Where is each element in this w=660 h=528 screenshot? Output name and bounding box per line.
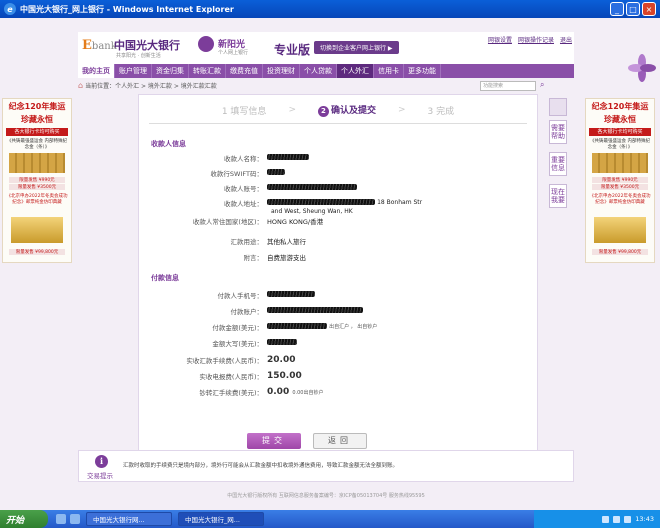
nav-home[interactable]: 我的主页 (78, 64, 115, 78)
nav-transfer[interactable]: 转账汇款 (189, 64, 226, 78)
transaction-tips: i 交易提示 汇款时收取的手续费只是境内部分，境外行可能会从汇款金额中扣收境外通… (78, 450, 574, 482)
redacted-value (267, 154, 309, 160)
taskbar-window-1[interactable]: 中国光大银行网... (86, 512, 172, 526)
nav-investment[interactable]: 投资理财 (263, 64, 300, 78)
bank-name: 中国光大银行 (114, 39, 180, 52)
nav-forex[interactable]: 个人外汇 (337, 64, 374, 78)
postscript-row: 附言： 自费旅游支出 (243, 254, 307, 262)
step-complete: 3 完成 (427, 106, 455, 117)
need-help-tab[interactable]: 需要帮助 (549, 120, 567, 144)
payee-account-row: 收款人账号： (139, 183, 537, 193)
logout-link[interactable]: 退出 (560, 35, 572, 44)
confirm-panel: 1 填写信息 > 2 确认及提交 > 3 完成 收款人信息 收款人名称： 收款行S… (138, 94, 538, 462)
info-icon: i (95, 455, 108, 468)
back-button[interactable]: 返回 (313, 433, 367, 449)
redacted-value (267, 184, 357, 190)
left-ad-banner[interactable]: 纪念120年集运 珍藏永恒 各大银行卡均可购买 《共铸最强盛运会 内部特殊纪念金… (2, 98, 72, 263)
remittance-purpose-row: 汇款用途： 其他私人旅行 (230, 238, 307, 246)
redacted-value (267, 339, 297, 345)
payee-country-row: 收款人常住国家(地区)： HONG KONG/香港 (192, 218, 324, 226)
nav-fund-pooling[interactable]: 资金归集 (152, 64, 189, 78)
payer-section-title: 付款信息 (151, 274, 179, 282)
system-tray: 13:43 (534, 510, 660, 528)
payment-amount-row: 付款金额(美元)： 出自汇户 ， 出自钞户 (212, 323, 378, 332)
taskbar: 开始 中国光大银行网... 中国光大银行_网... 13:43 (0, 510, 660, 528)
redacted-value (267, 169, 285, 175)
minimize-button[interactable]: _ (610, 2, 624, 16)
start-button[interactable]: 开始 (0, 510, 48, 528)
payer-account-row: 付款账户： (139, 306, 537, 316)
desktop-quicklaunch-icon[interactable] (70, 514, 80, 524)
bank-slogan: 共享阳光 · 创新生活 (116, 53, 161, 59)
clock: 13:43 (635, 515, 654, 523)
home-icon: ⌂ (78, 81, 84, 90)
new-sunshine-sub: 个人网上银行 (218, 50, 249, 56)
redacted-value (267, 199, 375, 205)
payee-name-row: 收款人名称： (139, 153, 537, 163)
edition-label: 专业版 (274, 43, 311, 57)
taskbar-window-2[interactable]: 中国光大银行_网... (178, 512, 264, 526)
nav-more[interactable]: 更多功能 (404, 64, 441, 78)
maximize-button[interactable]: □ (626, 2, 640, 16)
main-nav: 我的主页 账户管理 资金归集 转账汇款 缴费充值 投资理财 个人贷款 个人外汇 … (78, 64, 574, 78)
payee-section-title: 收款人信息 (151, 140, 186, 148)
redacted-value (267, 291, 315, 297)
sunshine-seal-icon (198, 36, 214, 52)
ie-quicklaunch-icon[interactable] (56, 514, 66, 524)
footer-text: 中国光大银行版权所有 互联网信息服务备案编号：京ICP备05013704号 服务… (227, 493, 425, 499)
gold-bar-image (11, 217, 63, 243)
tray-icon[interactable] (613, 515, 621, 523)
ie-icon: e (4, 3, 16, 15)
function-search-input[interactable]: 功能搜索 (480, 81, 536, 91)
operation-log-link[interactable]: 网银操作记录 (518, 35, 554, 44)
step-indicator: 1 填写信息 > 2 确认及提交 > 3 完成 (221, 103, 455, 117)
nav-credit-card[interactable]: 信用卡 (374, 64, 404, 78)
important-info-tab[interactable]: 重要信息 (549, 152, 567, 176)
cash-to-fx-fee-row: 钞转汇手续费(美元)： 0.00 0.00出自钞户 (199, 387, 324, 397)
payee-swift-row: 收款行SWIFT码： (139, 168, 537, 178)
flower-logo-icon (628, 54, 656, 82)
tray-icon[interactable] (602, 515, 610, 523)
coin-set-image (592, 153, 648, 173)
ebank-settings-link[interactable]: 网银设置 (488, 35, 512, 44)
coin-set-image (9, 153, 65, 173)
tips-text: 汇款时收取的手续费只是境内部分，境外行可能会从汇款金额中扣收境外通信费用，导致汇… (123, 463, 399, 469)
step-confirm: 2 确认及提交 (317, 103, 376, 117)
amount-in-words-row: 金额大写(美元)： (139, 338, 537, 348)
i-want-now-tab[interactable]: 现在我要 (549, 184, 567, 208)
nav-payments[interactable]: 缴费充值 (226, 64, 263, 78)
right-ad-banner[interactable]: 纪念120年集运 珍藏永恒 各大银行卡均可购买 《共铸最强盛运会 内部特殊纪念金… (585, 98, 655, 263)
payee-address-line2: and West, Sheung Wan, HK (271, 208, 353, 215)
nav-accounts[interactable]: 账户管理 (115, 64, 152, 78)
breadcrumb: ⌂ 当前位置：个人外汇 > 境外汇款 > 境外汇款汇款 (78, 81, 217, 90)
telegraph-fee-row: 实收电报费(人民币)： 150.00 (199, 371, 302, 381)
redacted-value (267, 307, 363, 313)
submit-button[interactable]: 提交 (247, 433, 301, 449)
ebank-logo[interactable]: Ebank (82, 38, 117, 53)
window-title-bar[interactable]: e 中国光大银行_网上银行 - Windows Internet Explore… (0, 0, 660, 18)
redacted-value (267, 323, 327, 329)
page: Ebank 中国光大银行 共享阳光 · 创新生活 新阳光 个人网上银行 专业版 … (0, 18, 660, 510)
search-icon[interactable]: ⌕ (540, 80, 544, 90)
remittance-fee-row: 实收汇款手续费(人民币)： 20.00 (186, 355, 296, 365)
step-fill-info: 1 填写信息 (221, 106, 267, 117)
tray-icon[interactable] (624, 515, 632, 523)
payer-mobile-row: 付款人手机号： (139, 290, 537, 300)
tips-label: 交易提示 (87, 472, 113, 480)
side-tabs: 需要帮助 重要信息 现在我要 (549, 98, 567, 216)
gold-bar-image (594, 217, 646, 243)
nav-loans[interactable]: 个人贷款 (300, 64, 337, 78)
assistant-avatar (549, 98, 567, 116)
divider (149, 123, 527, 124)
switch-to-corporate-button[interactable]: 切换到企业客户网上银行 ▶ (314, 41, 399, 54)
payee-address-row: 收款人地址： 18 Bonham Str (224, 199, 423, 208)
close-button[interactable]: × (642, 2, 656, 16)
window-title: 中国光大银行_网上银行 - Windows Internet Explorer (20, 4, 234, 14)
quick-launch (56, 514, 80, 524)
